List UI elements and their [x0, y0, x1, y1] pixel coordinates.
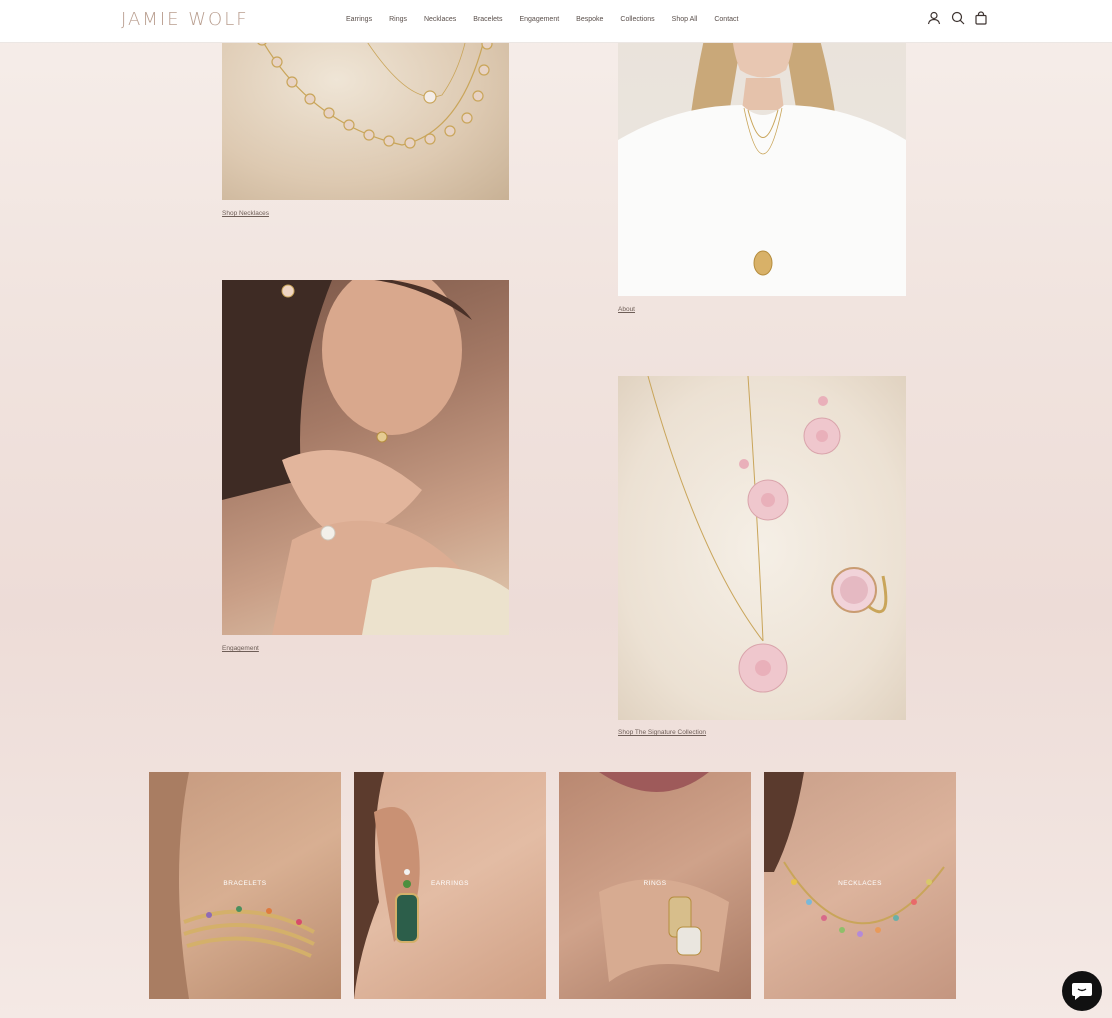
main-nav: Earrings Rings Necklaces Bracelets Engag… [346, 14, 755, 28]
engagement-image[interactable] [222, 280, 509, 635]
account-icon[interactable] [927, 11, 941, 25]
chat-button[interactable] [1062, 971, 1102, 1011]
nav-item-necklaces[interactable]: Necklaces [424, 14, 456, 28]
site-header: JAMIE WOLF Earrings Rings Necklaces Brac… [0, 0, 1112, 43]
about-link[interactable]: About [618, 305, 635, 315]
cart-icon[interactable] [974, 11, 988, 25]
chat-bubble-icon [1072, 983, 1092, 1000]
engagement-link[interactable]: Engagement [222, 644, 259, 654]
model-illustration [618, 0, 906, 296]
nav-item-earrings[interactable]: Earrings [346, 14, 372, 28]
engagement-illustration [222, 280, 509, 635]
shop-signature-collection-link[interactable]: Shop The Signature Collection [618, 728, 706, 738]
search-icon[interactable] [951, 11, 965, 25]
category-label-earrings: EARRINGS [431, 880, 469, 887]
category-label-rings: RINGS [643, 880, 667, 887]
brand-logo[interactable]: JAMIE WOLF [121, 9, 249, 31]
about-image[interactable] [618, 0, 906, 296]
nav-item-bracelets[interactable]: Bracelets [473, 14, 502, 28]
category-label-necklaces: NECKLACES [838, 880, 882, 887]
category-tile-necklaces[interactable]: NECKLACES [764, 772, 956, 999]
nav-item-rings[interactable]: Rings [389, 14, 407, 28]
category-tile-bracelets[interactable]: BRACELETS [149, 772, 341, 999]
signature-jewelry-illustration [647, 376, 888, 693]
category-tile-rings[interactable]: RINGS [559, 772, 751, 999]
category-label-bracelets: BRACELETS [223, 880, 267, 887]
nav-item-bespoke[interactable]: Bespoke [576, 14, 603, 28]
nav-item-contact[interactable]: Contact [714, 14, 738, 28]
nav-item-engagement[interactable]: Engagement [519, 14, 559, 28]
shop-necklaces-link[interactable]: Shop Necklaces [222, 209, 269, 219]
nav-item-shop-all[interactable]: Shop All [672, 14, 698, 28]
category-tile-earrings[interactable]: EARRINGS [354, 772, 546, 999]
signature-collection-image[interactable] [618, 376, 906, 720]
nav-item-collections[interactable]: Collections [620, 14, 654, 28]
